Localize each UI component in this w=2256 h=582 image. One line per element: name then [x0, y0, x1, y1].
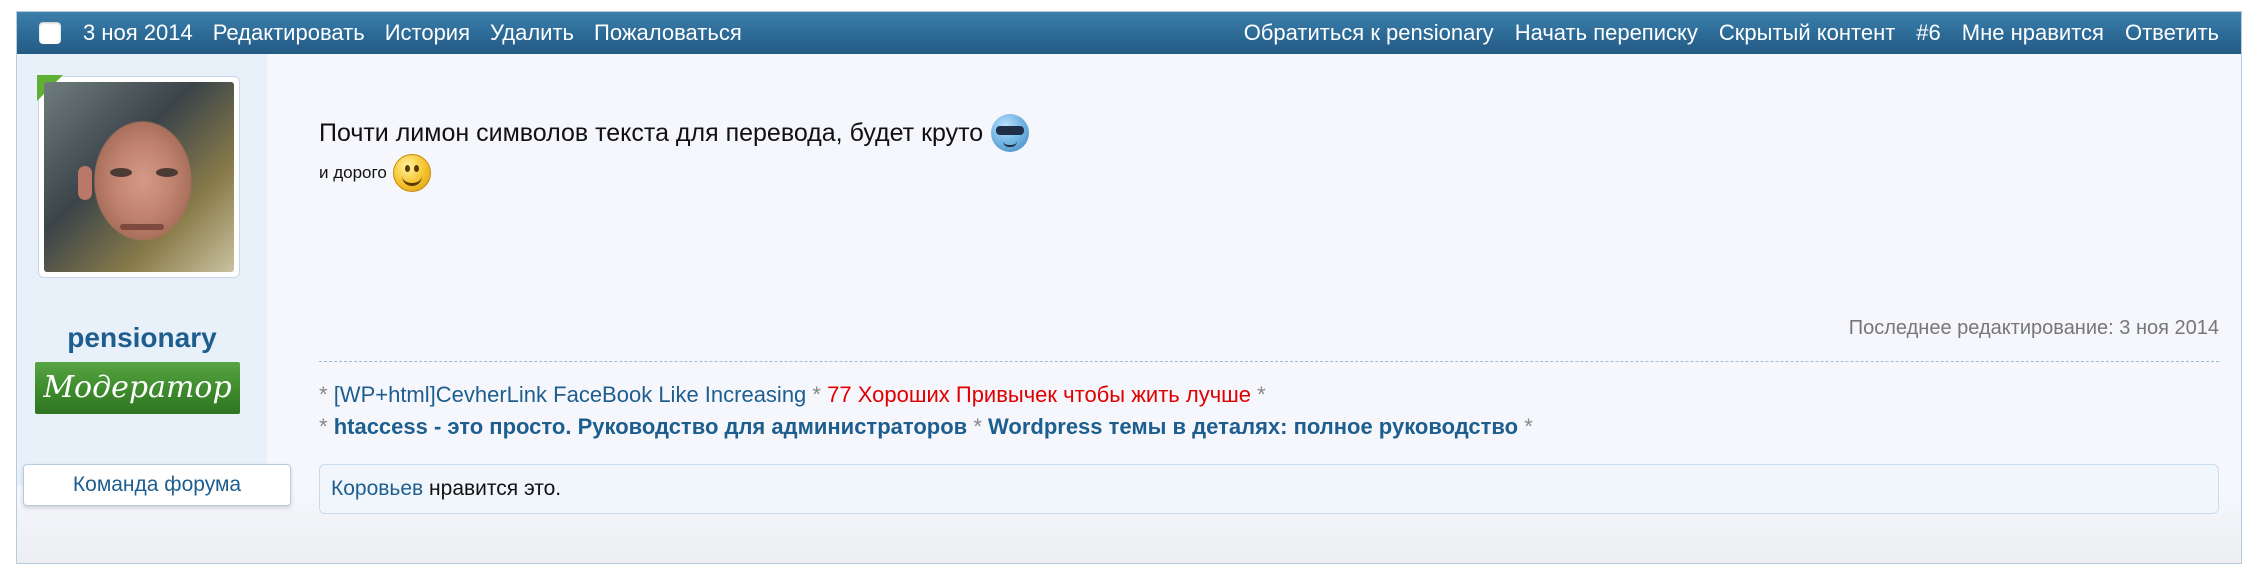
message-text: Почти лимон символов текста для перевода…	[319, 118, 984, 147]
post-toolbar: 3 ноя 2014 Редактировать История Удалить…	[17, 12, 2241, 54]
separator: *	[319, 414, 328, 439]
last-edited-note: Последнее редактирование: 3 ноя 2014	[1848, 317, 2219, 339]
username[interactable]: pensionary	[17, 322, 267, 354]
signature-divider	[319, 361, 2219, 362]
liker-link[interactable]: Коровьев	[331, 477, 423, 500]
signature-line: * [WP+html]CevherLink FaceBook Like Incr…	[319, 382, 1266, 408]
message-text: и дорого	[319, 163, 387, 182]
reply-link[interactable]: Ответить	[2125, 20, 2219, 46]
user-info-panel: pensionary Модератор Команда форума	[17, 54, 291, 506]
avatar-frame[interactable]	[37, 75, 240, 278]
forum-post: 3 ноя 2014 Редактировать История Удалить…	[16, 11, 2242, 564]
signature-link[interactable]: Wordpress темы в деталях: полное руковод…	[988, 414, 1518, 439]
message-line: и дорого	[319, 154, 431, 192]
edit-link[interactable]: Редактировать	[213, 20, 365, 46]
separator: *	[319, 382, 328, 407]
avatar-ear	[78, 166, 92, 200]
separator: *	[812, 382, 821, 407]
report-link[interactable]: Пожаловаться	[594, 20, 742, 46]
signature-link[interactable]: 77 Хороших Привычек чтобы жить лучше	[827, 382, 1251, 407]
delete-link[interactable]: Удалить	[490, 20, 574, 46]
likes-text: нравится это.	[429, 477, 562, 500]
avatar-mouth	[120, 224, 164, 230]
team-badge: Команда форума	[23, 464, 291, 506]
signature-line: * htaccess - это просто. Руководство для…	[319, 414, 1533, 440]
select-post-checkbox[interactable]	[39, 22, 61, 44]
separator: *	[1524, 414, 1533, 439]
history-link[interactable]: История	[385, 20, 470, 46]
avatar[interactable]	[44, 82, 234, 272]
likes-summary: Коровьев нравится это.	[319, 464, 2219, 514]
avatar-eye	[110, 168, 132, 177]
smile-smiley-icon	[392, 154, 431, 192]
hidden-content-link[interactable]: Скрытый контент	[1719, 20, 1895, 46]
post-date[interactable]: 3 ноя 2014	[83, 20, 193, 46]
rank-badge: Модератор	[35, 362, 240, 414]
avatar-eye	[156, 168, 178, 177]
like-link[interactable]: Мне нравится	[1962, 20, 2104, 46]
start-conversation-link[interactable]: Начать переписку	[1515, 20, 1698, 46]
cool-smiley-icon	[991, 114, 1030, 152]
separator: *	[973, 414, 982, 439]
contact-user-link[interactable]: Обратиться к pensionary	[1244, 20, 1494, 46]
message-line: Почти лимон символов текста для перевода…	[319, 114, 1030, 152]
post-permalink[interactable]: #6	[1916, 20, 1940, 46]
signature-link[interactable]: htaccess - это просто. Руководство для а…	[334, 414, 968, 439]
separator: *	[1257, 382, 1266, 407]
signature-link[interactable]: [WP+html]CevherLink FaceBook Like Increa…	[334, 382, 807, 407]
